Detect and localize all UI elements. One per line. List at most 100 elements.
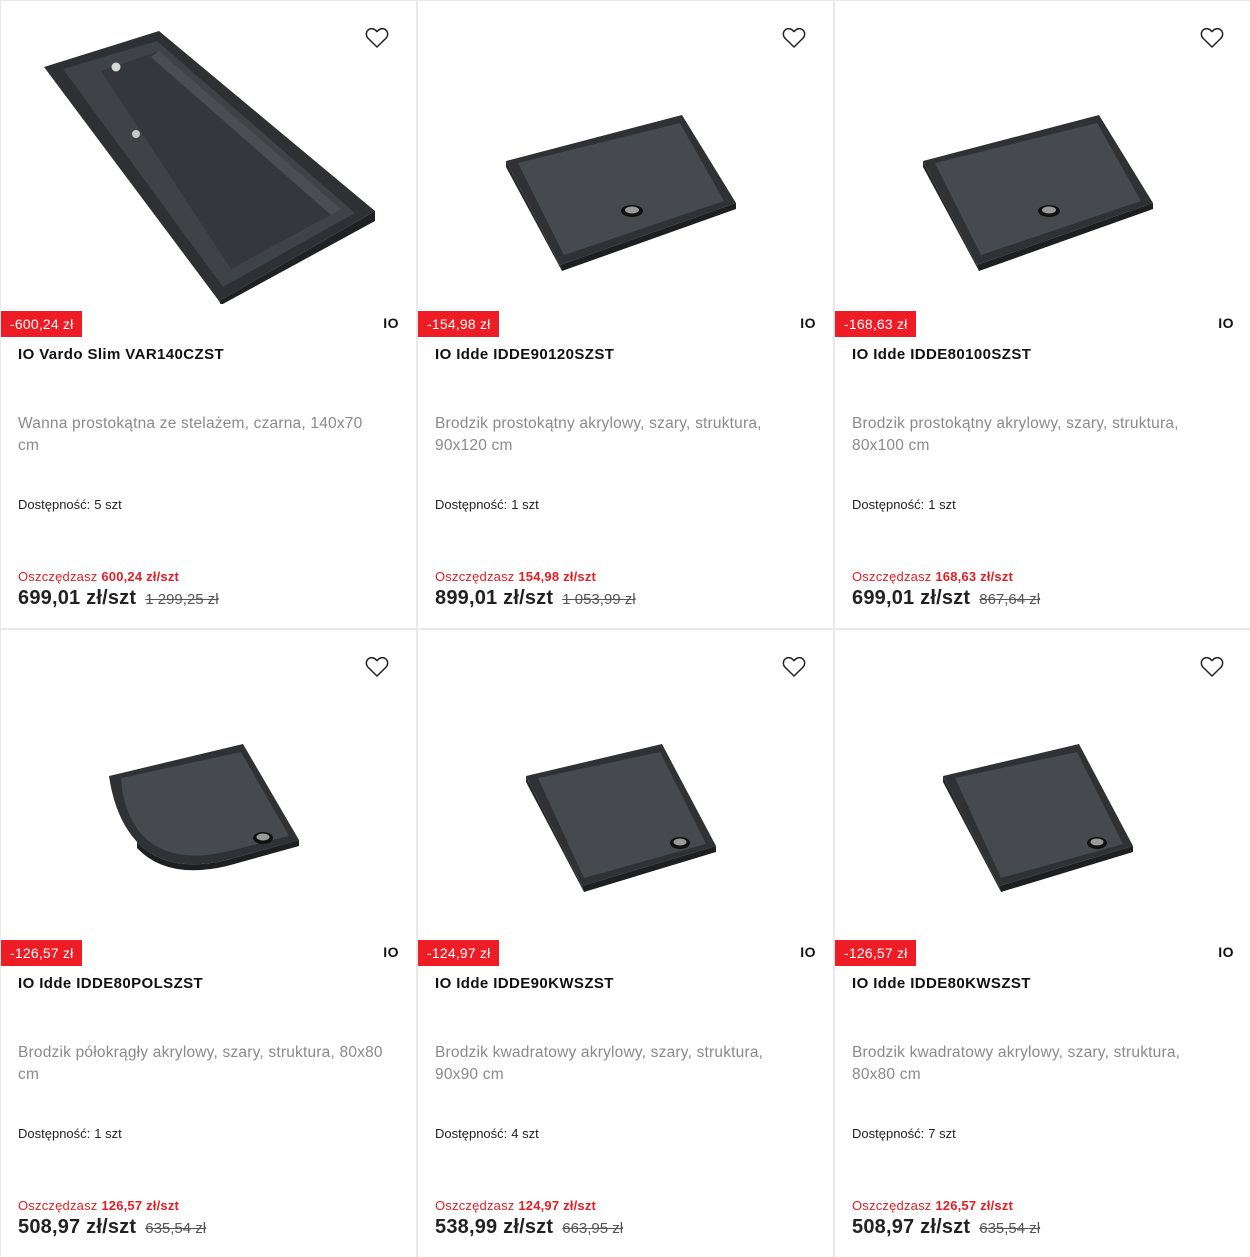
wishlist-heart-icon[interactable]: [364, 25, 390, 51]
savings-value: 154,98 zł/szt: [518, 569, 597, 584]
availability: Dostępność: 1 szt: [18, 1126, 126, 1141]
discount-badge: -600,24 zł: [1, 311, 83, 337]
wishlist-heart-icon[interactable]: [364, 654, 390, 680]
savings-value: 600,24 zł/szt: [101, 569, 180, 584]
brand-logo: IO: [800, 944, 816, 960]
availability-value: 7 szt: [928, 1126, 956, 1141]
savings-label: Oszczędzasz: [435, 569, 515, 584]
product-description: Wanna prostokątna ze stelażem, czarna, 1…: [18, 415, 363, 454]
product-title[interactable]: IO Idde IDDE90120SZST: [435, 346, 816, 363]
price-row: 699,01 zł/szt 867,64 zł: [852, 587, 1040, 610]
product-grid: -600,24 zł IO IO Vardo Slim VAR140CZST W…: [0, 0, 1250, 1257]
discount-badge: -168,63 zł: [835, 311, 917, 337]
availability: Dostępność: 1 szt: [435, 497, 543, 512]
product-image[interactable]: [418, 630, 833, 940]
savings-label: Oszczędzasz: [18, 1198, 98, 1213]
availability: Dostępność: 4 szt: [435, 1126, 543, 1141]
product-description: Brodzik prostokątny akrylowy, szary, str…: [852, 415, 1179, 454]
old-price: 635,54 zł: [145, 1220, 207, 1237]
availability-label: Dostępność:: [18, 497, 91, 512]
availability: Dostępność: 1 szt: [852, 497, 960, 512]
product-description: Brodzik kwadratowy akrylowy, szary, stru…: [435, 1044, 764, 1083]
discount-badge: -126,57 zł: [1, 940, 83, 966]
product-image[interactable]: [835, 630, 1250, 940]
availability-label: Dostępność:: [435, 497, 508, 512]
old-price: 663,95 zł: [562, 1220, 624, 1237]
price-row: 508,97 zł/szt 635,54 zł: [18, 1216, 206, 1239]
shower-tray-image: [923, 115, 1153, 271]
product-card[interactable]: -126,57 zł IO IO Idde IDDE80POLSZST Brod…: [1, 630, 416, 1257]
old-price: 867,64 zł: [979, 591, 1041, 608]
wishlist-heart-icon[interactable]: [781, 25, 807, 51]
product-card[interactable]: -154,98 zł IO IO Idde IDDE90120SZST Brod…: [418, 1, 833, 628]
old-price: 635,54 zł: [979, 1220, 1041, 1237]
product-image[interactable]: [418, 1, 833, 311]
brand-logo: IO: [1218, 944, 1234, 960]
bathtub-image: [44, 31, 375, 304]
brand-logo: IO: [800, 315, 816, 331]
price-row: 899,01 zł/szt 1 053,99 zł: [435, 587, 636, 610]
savings-label: Oszczędzasz: [852, 1198, 932, 1213]
availability-label: Dostępność:: [852, 497, 925, 512]
availability-value: 1 szt: [928, 497, 956, 512]
product-card[interactable]: -600,24 zł IO IO Vardo Slim VAR140CZST W…: [1, 1, 416, 628]
price-row: 699,01 zł/szt 1 299,25 zł: [18, 587, 219, 610]
product-image[interactable]: [1, 630, 416, 940]
availability: Dostępność: 7 szt: [852, 1126, 960, 1141]
savings-value: 124,97 zł/szt: [518, 1198, 597, 1213]
savings-text: Oszczędzasz 126,57 zł/szt: [852, 1198, 1013, 1213]
product-description: Brodzik kwadratowy akrylowy, szary, stru…: [852, 1044, 1181, 1083]
savings-text: Oszczędzasz 168,63 zł/szt: [852, 569, 1013, 584]
availability-value: 1 szt: [511, 497, 539, 512]
brand-logo: IO: [383, 944, 399, 960]
product-title[interactable]: IO Idde IDDE90KWSZST: [435, 975, 816, 992]
savings-label: Oszczędzasz: [852, 569, 932, 584]
savings-value: 168,63 zł/szt: [935, 569, 1014, 584]
current-price: 538,99 zł/szt: [435, 1216, 554, 1238]
savings-text: Oszczędzasz 600,24 zł/szt: [18, 569, 179, 584]
savings-label: Oszczędzasz: [18, 569, 98, 584]
availability-label: Dostępność:: [18, 1126, 91, 1141]
savings-text: Oszczędzasz 154,98 zł/szt: [435, 569, 596, 584]
wishlist-heart-icon[interactable]: [1199, 25, 1225, 51]
product-title[interactable]: IO Idde IDDE80100SZST: [852, 346, 1234, 363]
discount-badge: -154,98 zł: [418, 311, 500, 337]
product-card[interactable]: -126,57 zł IO IO Idde IDDE80KWSZST Brodz…: [835, 630, 1250, 1257]
current-price: 699,01 zł/szt: [18, 587, 137, 609]
savings-text: Oszczędzasz 126,57 zł/szt: [18, 1198, 179, 1213]
wishlist-heart-icon[interactable]: [1199, 654, 1225, 680]
shower-tray-image: [943, 744, 1133, 892]
product-card[interactable]: -124,97 zł IO IO Idde IDDE90KWSZST Brodz…: [418, 630, 833, 1257]
current-price: 508,97 zł/szt: [852, 1216, 971, 1238]
savings-value: 126,57 zł/szt: [101, 1198, 180, 1213]
product-image[interactable]: [1, 1, 416, 311]
product-title[interactable]: IO Idde IDDE80KWSZST: [852, 975, 1234, 992]
availability: Dostępność: 5 szt: [18, 497, 126, 512]
current-price: 699,01 zł/szt: [852, 587, 971, 609]
wishlist-heart-icon[interactable]: [781, 654, 807, 680]
product-title[interactable]: IO Idde IDDE80POLSZST: [18, 975, 399, 992]
availability-value: 1 szt: [94, 1126, 122, 1141]
shower-tray-image: [506, 115, 736, 271]
old-price: 1 053,99 zł: [562, 591, 636, 608]
price-row: 538,99 zł/szt 663,95 zł: [435, 1216, 623, 1239]
availability-value: 4 szt: [511, 1126, 539, 1141]
savings-value: 126,57 zł/szt: [935, 1198, 1014, 1213]
savings-text: Oszczędzasz 124,97 zł/szt: [435, 1198, 596, 1213]
discount-badge: -124,97 zł: [418, 940, 500, 966]
savings-label: Oszczędzasz: [435, 1198, 515, 1213]
product-card[interactable]: -168,63 zł IO IO Idde IDDE80100SZST Brod…: [835, 1, 1250, 628]
availability-label: Dostępność:: [435, 1126, 508, 1141]
price-row: 508,97 zł/szt 635,54 zł: [852, 1216, 1040, 1239]
product-title[interactable]: IO Vardo Slim VAR140CZST: [18, 346, 399, 363]
brand-logo: IO: [1218, 315, 1234, 331]
shower-tray-image: [109, 744, 299, 871]
product-description: Brodzik prostokątny akrylowy, szary, str…: [435, 415, 762, 454]
current-price: 508,97 zł/szt: [18, 1216, 137, 1238]
old-price: 1 299,25 zł: [145, 591, 219, 608]
brand-logo: IO: [383, 315, 399, 331]
availability-label: Dostępność:: [852, 1126, 925, 1141]
product-description: Brodzik półokrągły akrylowy, szary, stru…: [18, 1044, 383, 1083]
discount-badge: -126,57 zł: [835, 940, 917, 966]
product-image[interactable]: [835, 1, 1250, 311]
